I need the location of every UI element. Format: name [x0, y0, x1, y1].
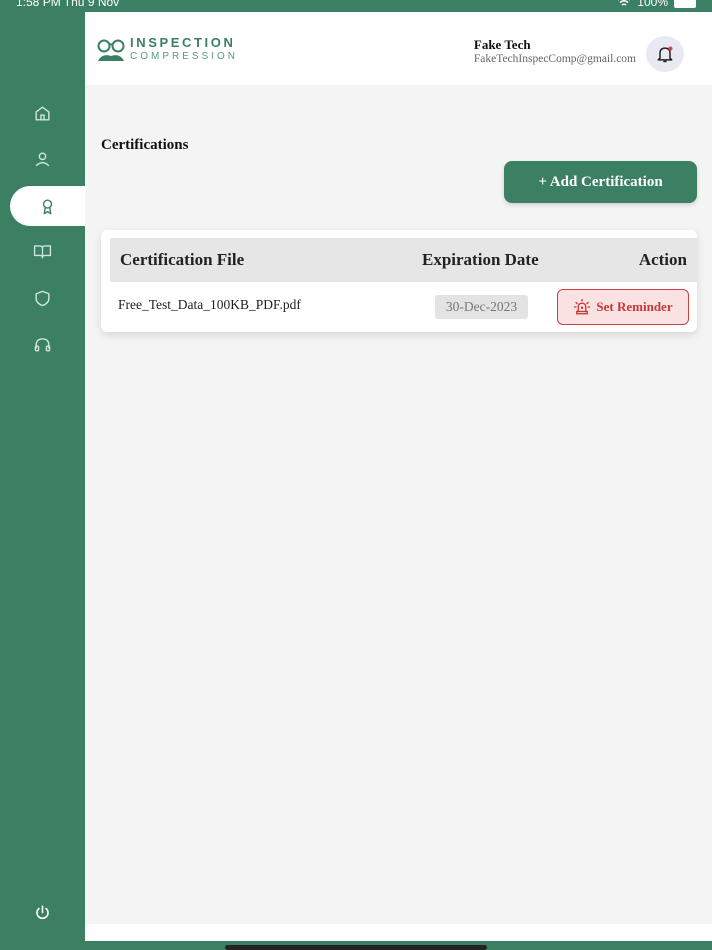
certifications-table: Certification File Expiration Date Actio…	[101, 230, 697, 332]
logo-title: INSPECTION	[130, 35, 236, 50]
sidebar	[0, 12, 85, 941]
wifi-icon	[618, 0, 631, 6]
user-name: Fake Tech	[473, 37, 531, 52]
headphones-icon	[34, 337, 51, 352]
main-content: INSPECTION COMPRESSION Fake Tech FakeTec…	[85, 12, 712, 924]
notifications-button[interactable]	[646, 36, 684, 72]
bell-icon	[657, 46, 673, 63]
status-bar: 1:58 PM Thu 9 Nov 100%	[0, 0, 712, 12]
nav-support[interactable]	[0, 324, 85, 364]
column-header-action: Action	[638, 250, 687, 269]
nav-guides[interactable]	[0, 231, 85, 271]
status-right: 100%	[617, 0, 696, 8]
book-icon	[33, 244, 52, 259]
nav-security[interactable]	[0, 278, 85, 318]
column-header-file: Certification File	[120, 250, 245, 269]
set-reminder-button[interactable]: Set Reminder	[557, 289, 689, 325]
column-header-expiration: Expiration Date	[422, 250, 539, 269]
nav-certifications[interactable]	[10, 186, 85, 226]
user-info: Fake Tech FakeTechInspecComp@gmail.com	[474, 37, 636, 67]
add-certification-button[interactable]: + Add Certification	[504, 161, 697, 203]
page-title: Certifications	[101, 137, 189, 153]
power-icon	[36, 904, 49, 919]
award-icon	[42, 198, 53, 214]
nav-profile[interactable]	[0, 139, 85, 179]
shield-icon	[35, 290, 50, 306]
logo: INSPECTION COMPRESSION	[97, 36, 238, 63]
user-icon	[35, 151, 50, 166]
home-icon	[35, 105, 50, 121]
table-row: Free_Test_Data_100KB_PDF.pdf 30-Dec-2023…	[101, 282, 697, 332]
header: INSPECTION COMPRESSION Fake Tech FakeTec…	[85, 12, 712, 85]
status-time: 1:58 PM Thu 9 Nov	[16, 0, 120, 9]
certification-file-name[interactable]: Free_Test_Data_100KB_PDF.pdf	[118, 297, 301, 313]
nav-home[interactable]	[0, 93, 85, 133]
battery-percent: 100%	[637, 0, 668, 9]
user-email: FakeTechInspecComp@gmail.com	[473, 53, 636, 65]
table-header: Certification File Expiration Date Actio…	[110, 238, 697, 282]
inspector-logo-icon	[97, 39, 125, 61]
logo-subtitle: COMPRESSION	[130, 51, 239, 62]
nav-logout[interactable]	[0, 892, 85, 932]
battery-icon	[674, 0, 696, 8]
alarm-light-icon	[574, 298, 591, 315]
home-indicator[interactable]	[225, 945, 487, 950]
bottom-bar	[85, 924, 712, 941]
set-reminder-label: Set Reminder	[596, 299, 673, 314]
expiration-date-badge: 30-Dec-2023	[435, 295, 528, 319]
